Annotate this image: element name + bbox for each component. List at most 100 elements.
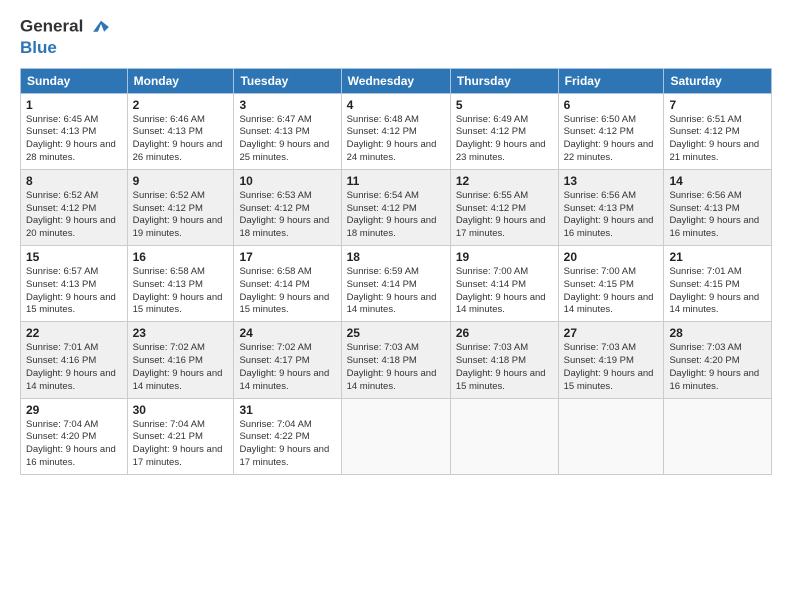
- logo-line2: Blue: [20, 38, 112, 58]
- day-number: 11: [347, 174, 445, 188]
- day-info: Sunrise: 6:49 AMSunset: 4:12 PMDaylight:…: [456, 114, 553, 165]
- day-number: 2: [133, 98, 229, 112]
- day-info: Sunrise: 7:03 AMSunset: 4:18 PMDaylight:…: [347, 342, 445, 393]
- calendar-cell: 9Sunrise: 6:52 AMSunset: 4:12 PMDaylight…: [127, 169, 234, 245]
- calendar-cell: 11 Sunrise: 6:54 AMSunset: 4:12 PMDayligh…: [341, 169, 450, 245]
- calendar-cell: [341, 398, 450, 474]
- calendar-cell: 28 Sunrise: 7:03 AMSunset: 4:20 PMDayligh…: [664, 322, 772, 398]
- day-info: Sunrise: 6:58 AMSunset: 4:14 PMDaylight:…: [239, 266, 335, 317]
- day-number: 25: [347, 326, 445, 340]
- day-number: 24: [239, 326, 335, 340]
- calendar-cell: [450, 398, 558, 474]
- calendar-cell: 3 Sunrise: 6:47 AMSunset: 4:13 PMDaylight…: [234, 93, 341, 169]
- day-info: Sunrise: 6:51 AMSunset: 4:12 PMDaylight:…: [669, 114, 766, 165]
- day-number: 16: [133, 250, 229, 264]
- day-info: Sunrise: 6:58 AMSunset: 4:13 PMDaylight:…: [133, 266, 229, 317]
- day-info: Sunrise: 7:02 AMSunset: 4:16 PMDaylight:…: [133, 342, 229, 393]
- weekday-header-saturday: Saturday: [664, 68, 772, 93]
- day-number: 23: [133, 326, 229, 340]
- day-number: 4: [347, 98, 445, 112]
- calendar-cell: 14Sunrise: 6:56 AMSunset: 4:13 PMDayligh…: [664, 169, 772, 245]
- calendar-cell: 18 Sunrise: 6:59 AMSunset: 4:14 PMDayligh…: [341, 246, 450, 322]
- day-info: Sunrise: 7:01 AMSunset: 4:16 PMDaylight:…: [26, 342, 122, 393]
- day-info: Sunrise: 7:01 AMSunset: 4:15 PMDaylight:…: [669, 266, 766, 317]
- calendar-cell: 1 Sunrise: 6:45 AMSunset: 4:13 PMDaylight…: [21, 93, 128, 169]
- calendar-cell: [558, 398, 664, 474]
- calendar-table: SundayMondayTuesdayWednesdayThursdayFrid…: [20, 68, 772, 475]
- day-info: Sunrise: 7:00 AMSunset: 4:14 PMDaylight:…: [456, 266, 553, 317]
- day-number: 1: [26, 98, 122, 112]
- calendar-cell: 5Sunrise: 6:49 AMSunset: 4:12 PMDaylight…: [450, 93, 558, 169]
- calendar-cell: 31 Sunrise: 7:04 AMSunset: 4:22 PMDayligh…: [234, 398, 341, 474]
- day-info: Sunrise: 7:04 AMSunset: 4:20 PMDaylight:…: [26, 419, 122, 470]
- day-number: 20: [564, 250, 659, 264]
- day-info: Sunrise: 6:57 AMSunset: 4:13 PMDaylight:…: [26, 266, 122, 317]
- weekday-header-thursday: Thursday: [450, 68, 558, 93]
- calendar-cell: 6 Sunrise: 6:50 AMSunset: 4:12 PMDaylight…: [558, 93, 664, 169]
- calendar-cell: 19 Sunrise: 7:00 AMSunset: 4:14 PMDayligh…: [450, 246, 558, 322]
- calendar-cell: 4Sunrise: 6:48 AMSunset: 4:12 PMDaylight…: [341, 93, 450, 169]
- day-info: Sunrise: 6:45 AMSunset: 4:13 PMDaylight:…: [26, 114, 122, 165]
- day-info: Sunrise: 7:04 AMSunset: 4:22 PMDaylight:…: [239, 419, 335, 470]
- day-info: Sunrise: 7:04 AMSunset: 4:21 PMDaylight:…: [133, 419, 229, 470]
- day-info: Sunrise: 6:54 AMSunset: 4:12 PMDaylight:…: [347, 190, 445, 241]
- day-info: Sunrise: 6:55 AMSunset: 4:12 PMDaylight:…: [456, 190, 553, 241]
- day-info: Sunrise: 6:52 AMSunset: 4:12 PMDaylight:…: [133, 190, 229, 241]
- day-info: Sunrise: 6:46 AMSunset: 4:13 PMDaylight:…: [133, 114, 229, 165]
- calendar-cell: 8 Sunrise: 6:52 AMSunset: 4:12 PMDaylight…: [21, 169, 128, 245]
- weekday-header-monday: Monday: [127, 68, 234, 93]
- day-number: 14: [669, 174, 766, 188]
- day-info: Sunrise: 6:52 AMSunset: 4:12 PMDaylight:…: [26, 190, 122, 241]
- day-number: 26: [456, 326, 553, 340]
- calendar-cell: 23 Sunrise: 7:02 AMSunset: 4:16 PMDayligh…: [127, 322, 234, 398]
- day-number: 29: [26, 403, 122, 417]
- calendar-cell: [664, 398, 772, 474]
- day-info: Sunrise: 6:50 AMSunset: 4:12 PMDaylight:…: [564, 114, 659, 165]
- calendar-cell: 7Sunrise: 6:51 AMSunset: 4:12 PMDaylight…: [664, 93, 772, 169]
- calendar-cell: 27Sunrise: 7:03 AMSunset: 4:19 PMDayligh…: [558, 322, 664, 398]
- calendar-cell: 20 Sunrise: 7:00 AMSunset: 4:15 PMDayligh…: [558, 246, 664, 322]
- day-number: 15: [26, 250, 122, 264]
- day-number: 19: [456, 250, 553, 264]
- day-number: 3: [239, 98, 335, 112]
- day-number: 31: [239, 403, 335, 417]
- calendar-cell: 30 Sunrise: 7:04 AMSunset: 4:21 PMDayligh…: [127, 398, 234, 474]
- day-number: 28: [669, 326, 766, 340]
- calendar-cell: 17 Sunrise: 6:58 AMSunset: 4:14 PMDayligh…: [234, 246, 341, 322]
- weekday-header-wednesday: Wednesday: [341, 68, 450, 93]
- day-number: 27: [564, 326, 659, 340]
- calendar-cell: 10Sunrise: 6:53 AMSunset: 4:12 PMDayligh…: [234, 169, 341, 245]
- day-number: 22: [26, 326, 122, 340]
- calendar-cell: 24 Sunrise: 7:02 AMSunset: 4:17 PMDayligh…: [234, 322, 341, 398]
- day-number: 30: [133, 403, 229, 417]
- calendar-cell: 25 Sunrise: 7:03 AMSunset: 4:18 PMDayligh…: [341, 322, 450, 398]
- day-number: 18: [347, 250, 445, 264]
- calendar-cell: 13Sunrise: 6:56 AMSunset: 4:13 PMDayligh…: [558, 169, 664, 245]
- calendar-cell: 26Sunrise: 7:03 AMSunset: 4:18 PMDayligh…: [450, 322, 558, 398]
- logo-bird-icon: [90, 16, 112, 38]
- weekday-header-friday: Friday: [558, 68, 664, 93]
- day-info: Sunrise: 7:02 AMSunset: 4:17 PMDaylight:…: [239, 342, 335, 393]
- day-number: 10: [239, 174, 335, 188]
- calendar-cell: 15 Sunrise: 6:57 AMSunset: 4:13 PMDayligh…: [21, 246, 128, 322]
- calendar-cell: 16 Sunrise: 6:58 AMSunset: 4:13 PMDayligh…: [127, 246, 234, 322]
- day-number: 6: [564, 98, 659, 112]
- day-info: Sunrise: 7:03 AMSunset: 4:20 PMDaylight:…: [669, 342, 766, 393]
- calendar-cell: 12 Sunrise: 6:55 AMSunset: 4:12 PMDayligh…: [450, 169, 558, 245]
- calendar-cell: 21 Sunrise: 7:01 AMSunset: 4:15 PMDayligh…: [664, 246, 772, 322]
- day-info: Sunrise: 7:00 AMSunset: 4:15 PMDaylight:…: [564, 266, 659, 317]
- logo: General Blue: [20, 16, 112, 58]
- weekday-header-tuesday: Tuesday: [234, 68, 341, 93]
- day-number: 13: [564, 174, 659, 188]
- day-info: Sunrise: 6:47 AMSunset: 4:13 PMDaylight:…: [239, 114, 335, 165]
- day-number: 21: [669, 250, 766, 264]
- calendar-cell: 29 Sunrise: 7:04 AMSunset: 4:20 PMDayligh…: [21, 398, 128, 474]
- day-number: 17: [239, 250, 335, 264]
- day-number: 8: [26, 174, 122, 188]
- calendar-cell: 2 Sunrise: 6:46 AMSunset: 4:13 PMDaylight…: [127, 93, 234, 169]
- logo-line1: General: [20, 16, 112, 38]
- day-info: Sunrise: 6:59 AMSunset: 4:14 PMDaylight:…: [347, 266, 445, 317]
- weekday-header-sunday: Sunday: [21, 68, 128, 93]
- calendar-cell: 22 Sunrise: 7:01 AMSunset: 4:16 PMDayligh…: [21, 322, 128, 398]
- day-number: 12: [456, 174, 553, 188]
